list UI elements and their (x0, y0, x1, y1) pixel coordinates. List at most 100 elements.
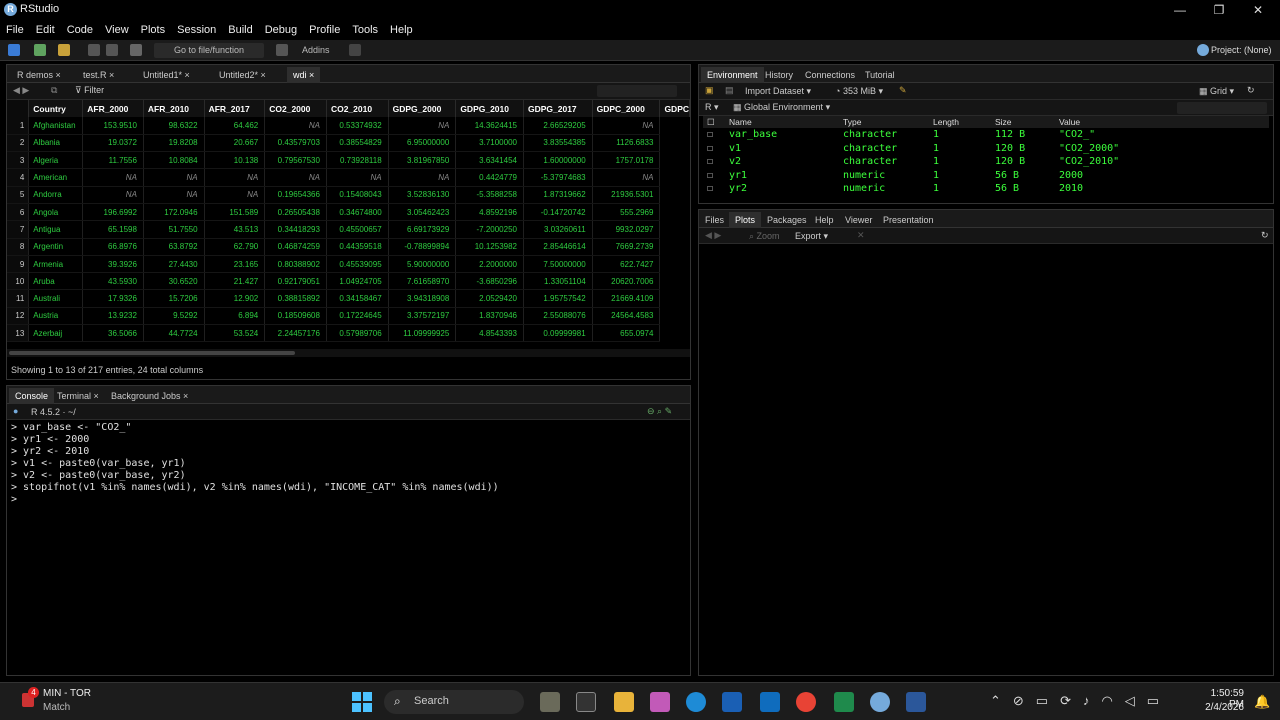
language-selector[interactable]: R ▾ (705, 102, 719, 113)
menu-help[interactable]: Help (384, 20, 419, 40)
new-project-icon[interactable] (34, 44, 46, 56)
scope-selector[interactable]: ▦ Global Environment ▾ (733, 102, 830, 113)
env-column-header[interactable]: Type (839, 116, 929, 128)
menu-view[interactable]: View (99, 20, 135, 40)
word-icon[interactable] (906, 692, 926, 712)
menu-build[interactable]: Build (222, 20, 258, 40)
grid-layout-icon[interactable] (276, 44, 288, 56)
column-header[interactable]: Country (28, 100, 84, 117)
view-mode-selector[interactable]: ▦ Grid ▾ (1199, 86, 1234, 97)
column-header[interactable]: CO2_2000 (264, 100, 327, 117)
tab-test-r[interactable]: test.R × (77, 67, 120, 83)
excel-icon[interactable] (834, 692, 854, 712)
remove-plot-icon[interactable]: ✕ (857, 230, 865, 241)
clear-broom-icon[interactable]: ✎ (899, 85, 907, 96)
row-checkbox[interactable]: ☐ (703, 182, 725, 196)
env-row[interactable]: ☐ var_base character 1 112 B "CO2_" (703, 128, 1269, 142)
widgets-app-icon[interactable] (540, 692, 560, 712)
new-file-icon[interactable] (8, 44, 20, 56)
copilot-icon[interactable] (650, 692, 670, 712)
prev-plot-icon[interactable]: ◀ ▶ (705, 230, 721, 241)
import-dataset-button[interactable]: Import Dataset ▾ (745, 86, 811, 97)
save-workspace-icon[interactable]: ▤ (725, 85, 734, 96)
column-header[interactable]: GDPG_2010 (455, 100, 524, 117)
env-column-header[interactable]: Size (991, 116, 1055, 128)
open-file-icon[interactable] (58, 44, 70, 56)
save-icon[interactable] (88, 44, 100, 56)
edge-browser-icon[interactable] (686, 692, 706, 712)
tab-r-demos[interactable]: R demos × (11, 67, 67, 83)
row-checkbox[interactable]: ☐ (703, 142, 725, 156)
menu-session[interactable]: Session (171, 20, 222, 40)
store-icon[interactable] (722, 692, 742, 712)
goto-file-input[interactable]: Go to file/function (154, 43, 264, 58)
popout-icon[interactable]: ⧉ (51, 85, 57, 96)
column-header[interactable]: GDPC_2000 (592, 100, 661, 117)
viewer-search-input[interactable] (597, 85, 677, 97)
menu-plots[interactable]: Plots (135, 20, 171, 40)
tab-files[interactable]: Files (699, 212, 730, 228)
outlook-icon[interactable] (760, 692, 780, 712)
menu-file[interactable]: File (0, 20, 30, 40)
tab-presentation[interactable]: Presentation (877, 212, 940, 228)
project-selector[interactable]: Project: (None) (1211, 45, 1272, 55)
close-button[interactable]: ✕ (1243, 1, 1273, 19)
file-explorer-icon[interactable] (614, 692, 634, 712)
filter-button[interactable]: ⊽ Filter (75, 85, 104, 96)
row-checkbox[interactable]: ☐ (703, 169, 725, 183)
env-column-header[interactable]: Length (929, 116, 991, 128)
print-icon[interactable] (130, 44, 142, 56)
chrome-icon[interactable] (796, 692, 816, 712)
tab-packages[interactable]: Packages (761, 212, 813, 228)
weather-title[interactable]: MIN - TOR (43, 688, 91, 699)
notification-bell-icon[interactable]: 🔔 (1254, 694, 1270, 710)
back-arrow-icon[interactable]: ◀ ▶ (13, 85, 29, 96)
refresh-icon[interactable]: ↻ (1247, 85, 1255, 96)
minimize-button[interactable]: — (1165, 1, 1195, 19)
memory-usage[interactable]: ◔ 353 MiB ▾ (835, 86, 883, 97)
tab-connections[interactable]: Connections (799, 67, 861, 83)
env-column-header[interactable]: Name (725, 116, 839, 128)
column-header[interactable]: GDPC (659, 100, 690, 117)
environment-search-input[interactable] (1177, 102, 1267, 114)
tab-wdi[interactable]: wdi × (287, 67, 321, 83)
tab-history[interactable]: History (759, 67, 799, 83)
row-checkbox[interactable]: ☐ (703, 155, 725, 169)
tab-environment[interactable]: Environment (701, 67, 764, 83)
env-row[interactable]: ☐ yr1 numeric 1 56 B 2000 (703, 169, 1269, 183)
column-header[interactable]: CO2_2010 (326, 100, 389, 117)
tab-untitled2[interactable]: Untitled2* × (213, 67, 272, 83)
save-all-icon[interactable] (106, 44, 118, 56)
menu-profile[interactable]: Profile (303, 20, 346, 40)
tab-tutorial[interactable]: Tutorial (859, 67, 901, 83)
addins-menu[interactable]: Addins (302, 45, 330, 55)
system-tray-icons[interactable]: ⌃⊘▭⟳♪◠◁▭ (990, 693, 1171, 709)
horizontal-scrollbar[interactable] (7, 349, 690, 357)
task-view-icon[interactable] (576, 692, 596, 712)
column-header[interactable]: AFR_2000 (82, 100, 144, 117)
tab-console[interactable]: Console (9, 388, 55, 404)
tab-background-jobs[interactable]: Background Jobs × (105, 388, 194, 404)
column-header[interactable]: GDPG_2000 (388, 100, 457, 117)
tab-viewer[interactable]: Viewer (839, 212, 878, 228)
maximize-button[interactable]: ❐ (1204, 1, 1234, 19)
tab-terminal[interactable]: Terminal × (51, 388, 105, 404)
windows-start-icon[interactable] (352, 692, 372, 712)
plot-refresh-icon[interactable]: ↻ (1261, 230, 1269, 241)
zoom-button[interactable]: ⌕ Zoom (749, 231, 780, 242)
menu-code[interactable]: Code (61, 20, 99, 40)
column-header[interactable]: AFR_2017 (204, 100, 266, 117)
menu-tools[interactable]: Tools (346, 20, 384, 40)
load-workspace-icon[interactable]: ▣ (705, 85, 714, 96)
select-all-checkbox[interactable]: ☐ (703, 116, 725, 128)
clear-console-icon[interactable]: ⊖ ⌕ ✎ (647, 406, 672, 417)
menu-edit[interactable]: Edit (30, 20, 61, 40)
taskbar-search[interactable]: ⌕ Search (384, 690, 524, 714)
row-checkbox[interactable]: ☐ (703, 128, 725, 142)
env-column-header[interactable]: Value (1055, 116, 1269, 128)
tab-untitled1[interactable]: Untitled1* × (137, 67, 196, 83)
env-row[interactable]: ☐ yr2 numeric 1 56 B 2010 (703, 182, 1269, 196)
tab-plots[interactable]: Plots (729, 212, 762, 228)
console-output[interactable]: > var_base <- "CO2_" > yr1 <- 2000 > yr2 <… (7, 420, 690, 508)
column-header[interactable]: GDPG_2017 (523, 100, 593, 117)
